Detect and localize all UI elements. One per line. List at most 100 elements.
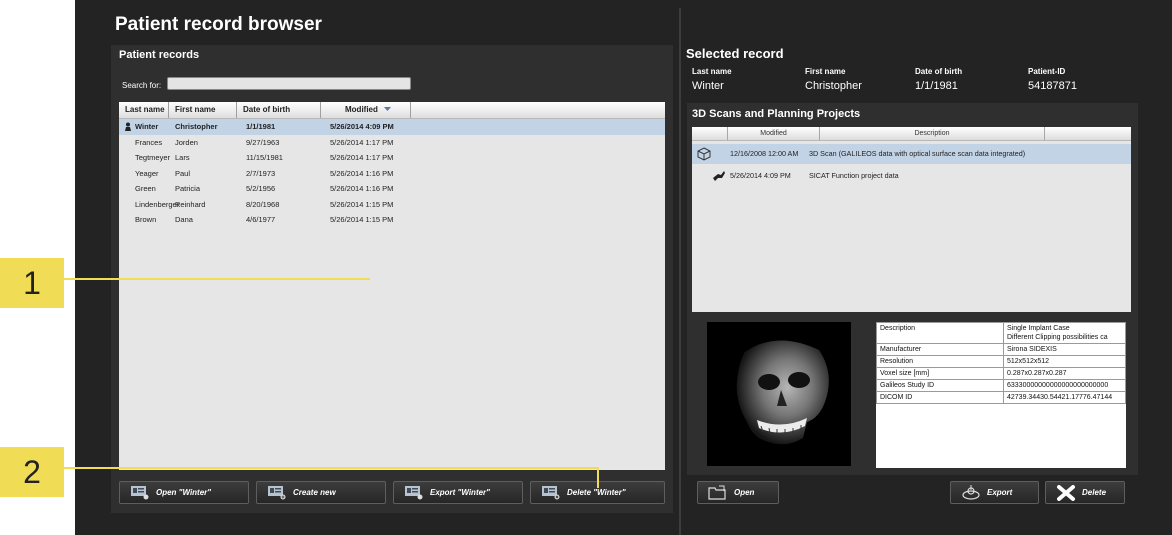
cell-modified: 5/26/2014 4:09 PM xyxy=(330,122,394,131)
delete-record-icon xyxy=(542,486,560,500)
table-row[interactable]: Yeager Paul 2/7/1973 5/26/2014 1:16 PM xyxy=(119,166,665,182)
prop-value: Sirona SIDEXIS xyxy=(1003,343,1126,356)
cell-first-name: Christopher xyxy=(175,122,218,131)
scan-row[interactable]: 12/16/2008 12:00 AM 3D Scan (GALILEOS da… xyxy=(692,144,1131,164)
callout-1-line xyxy=(64,278,370,280)
cell-modified: 5/26/2014 1:16 PM xyxy=(330,184,394,193)
cell-dob: 1/1/1981 xyxy=(246,122,276,131)
callout-1: 1 xyxy=(0,258,64,308)
prop-value: 512x512x512 xyxy=(1003,355,1126,368)
prop-key: Manufacturer xyxy=(876,343,1004,356)
prop-value: Single Implant Case Different Clipping po… xyxy=(1003,322,1126,344)
scan-preview-image xyxy=(707,322,851,466)
selected-header-last-name: Last name xyxy=(692,67,732,76)
table-row[interactable]: Frances Jorden 9/27/1963 5/26/2014 1:17 … xyxy=(119,135,665,151)
prop-row: Voxel size [mm] 0.287x0.287x0.287 xyxy=(876,367,1126,380)
delete-record-label: Delete "Winter" xyxy=(567,488,626,497)
selected-patient-id: 54187871 xyxy=(1028,80,1077,92)
callout-2-line-vertical xyxy=(597,467,599,488)
prop-value-line: Single Implant Case xyxy=(1007,325,1070,332)
table-row[interactable]: Tegtmeyer Lars 11/15/1981 5/26/2014 1:17… xyxy=(119,150,665,166)
export-scan-label: Export xyxy=(987,488,1013,497)
scans-header: Modified Description xyxy=(692,127,1131,141)
open-scan-label: Open xyxy=(734,488,755,497)
cell-last-name: Yeager xyxy=(135,168,159,178)
cell-modified: 5/26/2014 1:15 PM xyxy=(330,215,394,224)
table-row[interactable]: Lindenberger Reinhard 8/20/1968 5/26/201… xyxy=(119,197,665,213)
user-icon xyxy=(124,119,132,135)
prop-key: DICOM ID xyxy=(876,391,1004,404)
cell-first-name: Lars xyxy=(175,153,190,162)
patient-table: Last name First name Date of birth Modif… xyxy=(119,102,665,470)
selected-dob: 1/1/1981 xyxy=(915,80,958,92)
selected-header-patient-id: Patient-ID xyxy=(1028,67,1066,76)
chevron-down-icon xyxy=(384,107,392,112)
selected-first-name: Christopher xyxy=(805,80,862,92)
scan-description: 3D Scan (GALILEOS data with optical surf… xyxy=(809,149,1026,158)
scan-modified: 5/26/2014 4:09 PM xyxy=(730,171,791,180)
prop-value: 0.287x0.287x0.287 xyxy=(1003,367,1126,380)
col-scan-description[interactable]: Description xyxy=(820,127,1045,140)
prop-row-empty xyxy=(877,404,1126,469)
open-record-icon xyxy=(131,486,149,500)
cell-modified: 5/26/2014 1:15 PM xyxy=(330,199,394,209)
scan-description: SICAT Function project data xyxy=(809,171,899,180)
delete-x-icon xyxy=(1057,484,1075,501)
col-last-name[interactable]: Last name xyxy=(119,102,169,118)
open-scan-button[interactable]: Open xyxy=(697,481,779,504)
open-folder-icon xyxy=(708,485,726,500)
prop-row: Galileos Study ID 6333000000000000000000… xyxy=(876,379,1126,392)
cell-first-name: Patricia xyxy=(175,184,201,193)
export-record-label: Export "Winter" xyxy=(430,488,490,497)
search-label: Search for: xyxy=(122,81,162,90)
create-record-label: Create new xyxy=(293,488,336,497)
scans-table: Modified Description 12/16/2008 12:00 AM… xyxy=(692,127,1131,312)
cell-dob: 4/6/1977 xyxy=(246,215,276,224)
callout-2: 2 xyxy=(0,447,64,497)
scans-title: 3D Scans and Planning Projects xyxy=(692,108,861,120)
export-scan-button[interactable]: Export xyxy=(950,481,1039,504)
export-record-button[interactable]: Export "Winter" xyxy=(393,481,523,504)
prop-key: Resolution xyxy=(876,355,1004,368)
cell-last-name: Lindenberger xyxy=(135,199,180,209)
cube-icon xyxy=(697,144,711,164)
table-header: Last name First name Date of birth Modif… xyxy=(119,102,665,119)
col-date-of-birth[interactable]: Date of birth xyxy=(237,102,321,118)
prop-key: Voxel size [mm] xyxy=(876,367,1004,380)
cell-first-name: Reinhard xyxy=(175,199,206,209)
create-record-button[interactable]: Create new xyxy=(256,481,386,504)
col-scan-modified[interactable]: Modified xyxy=(728,127,820,140)
prop-value: 42739.34430.54421.17776.47144 xyxy=(1003,391,1126,404)
prop-row: Resolution 512x512x512 xyxy=(876,355,1126,368)
selected-header-dob: Date of birth xyxy=(915,67,963,76)
col-extra xyxy=(1045,127,1131,140)
export-disc-icon xyxy=(962,485,980,500)
col-modified-label: Modified xyxy=(345,105,378,114)
prop-value: 63330000000000000000000000 xyxy=(1003,379,1126,392)
col-modified[interactable]: Modified xyxy=(321,102,411,118)
selected-record-title: Selected record xyxy=(686,46,784,61)
app-window: Patient record browser Patient records S… xyxy=(75,0,1172,535)
cell-first-name: Jorden xyxy=(175,137,198,147)
cell-dob: 8/20/1968 xyxy=(246,199,280,209)
app-title: Patient record browser xyxy=(115,14,322,35)
callout-2-line xyxy=(64,467,599,469)
open-record-button[interactable]: Open "Winter" xyxy=(119,481,249,504)
selected-last-name: Winter xyxy=(692,80,724,92)
scan-row[interactable]: 5/26/2014 4:09 PM SICAT Function project… xyxy=(692,166,1131,186)
table-row[interactable]: Green Patricia 5/2/1956 5/26/2014 1:16 P… xyxy=(119,181,665,197)
export-record-icon xyxy=(405,486,423,500)
table-row[interactable]: Winter Christopher 1/1/1981 5/26/2014 4:… xyxy=(119,119,665,135)
cell-modified: 5/26/2014 1:16 PM xyxy=(330,168,394,178)
panel-title: Patient records xyxy=(119,49,200,61)
cell-first-name: Dana xyxy=(175,215,193,224)
delete-scan-button[interactable]: Delete xyxy=(1045,481,1125,504)
create-record-icon xyxy=(268,486,286,500)
col-first-name[interactable]: First name xyxy=(169,102,237,118)
open-record-label: Open "Winter" xyxy=(156,488,212,497)
prop-row: Manufacturer Sirona SIDEXIS xyxy=(876,343,1126,356)
table-row[interactable]: Brown Dana 4/6/1977 5/26/2014 1:15 PM xyxy=(119,212,665,228)
cell-first-name: Paul xyxy=(175,168,191,178)
prop-row: Description Single Implant Case Different… xyxy=(876,322,1126,344)
search-input[interactable] xyxy=(167,77,411,90)
